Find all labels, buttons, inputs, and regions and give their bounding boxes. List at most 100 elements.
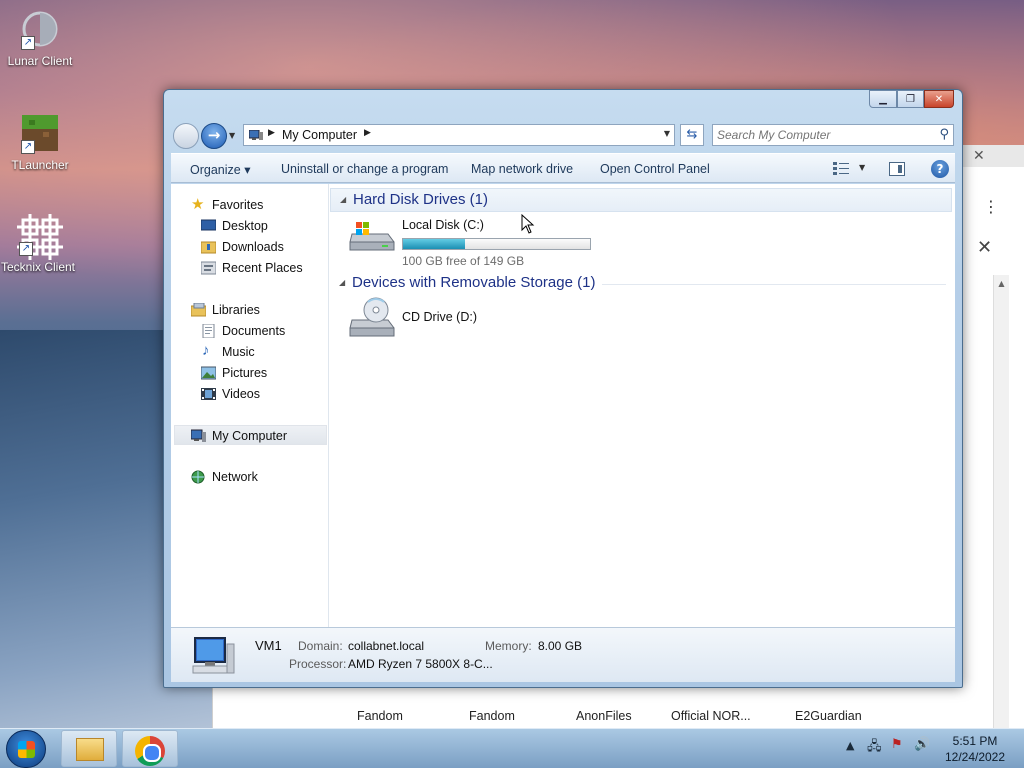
bookmark-item[interactable]: Fandom	[469, 709, 515, 723]
group-header-removable-storage[interactable]: ◢ Devices with Removable Storage (1)	[330, 272, 952, 296]
help-icon[interactable]: ?	[931, 160, 949, 178]
computer-icon	[191, 429, 206, 442]
group-divider	[602, 284, 946, 285]
scroll-up-arrow-icon[interactable]: ▲	[994, 275, 1009, 288]
search-icon[interactable]: ⚲	[939, 127, 949, 142]
shortcut-arrow-icon: ↗	[21, 36, 35, 50]
chrome-icon	[135, 736, 165, 766]
clock-date: 12/24/2022	[944, 750, 1006, 764]
nav-item-desktop[interactable]: Desktop	[171, 216, 329, 236]
collapse-triangle-icon[interactable]: ◢	[340, 195, 346, 204]
search-input[interactable]	[717, 127, 927, 143]
nav-item-music[interactable]: ♪ Music	[171, 342, 329, 362]
star-icon: ★	[191, 196, 205, 213]
desktop-icon-label: Tecknix Client	[0, 260, 76, 274]
address-bar[interactable]: ▶ My Computer ▶ ▼	[243, 124, 675, 146]
shortcut-arrow-icon: ↗	[21, 140, 35, 154]
desktop-icon-lunar-client[interactable]: ↗ Lunar Client	[0, 8, 80, 68]
taskbar-chrome-button[interactable]	[122, 730, 178, 767]
processor-value: AMD Ryzen 7 5800X 8-C...	[348, 657, 493, 671]
window-controls: ▁ ❐ ✕	[869, 90, 954, 108]
open-control-panel-button[interactable]: Open Control Panel	[600, 162, 710, 176]
explorer-window[interactable]: ▁ ❐ ✕ → ▼ ▶ My Computer ▶ ▼ ⇆ ⚲ Organize…	[163, 89, 963, 688]
maximize-button[interactable]: ❐	[897, 90, 924, 108]
breadcrumb-chevron-icon[interactable]: ▶	[268, 128, 275, 138]
back-button[interactable]	[173, 123, 199, 149]
tlauncher-icon: ↗	[19, 112, 61, 154]
change-view-icon[interactable]	[833, 162, 849, 175]
breadcrumb-chevron-icon[interactable]: ▶	[364, 128, 371, 138]
bookmark-item[interactable]: AnonFiles	[576, 709, 632, 723]
drive-item-cd-drive-d[interactable]: CD Drive (D:)	[344, 296, 594, 342]
nav-item-documents[interactable]: Documents	[171, 321, 329, 341]
bookmark-item[interactable]: E2Guardian	[795, 709, 862, 723]
browser-close-icon[interactable]: ✕	[973, 148, 985, 164]
system-clock[interactable]: 5:51 PM 12/24/2022	[940, 733, 1010, 765]
breadcrumb-my-computer[interactable]: My Computer	[282, 128, 357, 142]
desktop-icon	[201, 219, 216, 231]
nav-item-favorites[interactable]: ★ Favorites	[171, 195, 329, 215]
folder-icon	[76, 738, 104, 761]
nav-item-downloads[interactable]: Downloads	[171, 237, 329, 257]
preview-pane-icon[interactable]	[889, 162, 905, 176]
uninstall-program-button[interactable]: Uninstall or change a program	[281, 162, 448, 176]
nav-item-videos[interactable]: Videos	[171, 384, 329, 404]
bookmark-item[interactable]: Official NOR...	[671, 709, 751, 723]
content-pane: ◢ Hard Disk Drives (1) Local Disk (C:) 1…	[330, 184, 955, 627]
view-options-dropdown-icon[interactable]: ▼	[859, 163, 865, 172]
processor-label: Processor:	[289, 657, 347, 671]
memory-value: 8.00 GB	[538, 639, 583, 653]
bookmark-item[interactable]: Fandom	[357, 709, 403, 723]
nav-item-my-computer[interactable]: My Computer	[174, 425, 327, 445]
documents-icon	[202, 324, 215, 338]
navigation-pane: ★ Favorites Desktop Downloads Recent Pla…	[171, 184, 329, 627]
cd-drive-icon	[349, 297, 395, 337]
computer-icon	[249, 130, 263, 140]
show-hidden-icons-arrow-icon[interactable]: ▲	[846, 739, 854, 752]
music-note-icon: ♪	[202, 342, 210, 359]
disk-usage-fill	[403, 239, 465, 249]
desktop-icon-label: Lunar Client	[7, 54, 73, 68]
downloads-folder-icon	[201, 241, 216, 254]
computer-name: VM1	[255, 638, 282, 653]
taskbar-explorer-button[interactable]	[61, 730, 117, 767]
nav-item-libraries[interactable]: Libraries	[171, 300, 329, 320]
mouse-cursor-icon	[521, 214, 535, 234]
refresh-icon[interactable]: ⇆	[680, 124, 704, 146]
bookmarks-bar: Fandom Fandom AnonFiles Official NOR... …	[213, 707, 1024, 729]
network-icon	[191, 470, 205, 484]
network-tray-icon[interactable]: 🖧	[867, 737, 882, 759]
computer-large-icon	[192, 637, 235, 674]
command-bar: Organize ▾ Uninstall or change a program…	[171, 153, 955, 183]
search-box[interactable]: ⚲	[712, 124, 954, 146]
shortcut-arrow-icon: ↗	[19, 242, 33, 256]
browser-dismiss-icon[interactable]: ✕	[977, 237, 992, 258]
organize-button[interactable]: Organize ▾	[190, 162, 250, 177]
videos-icon	[201, 388, 216, 400]
taskbar: ▲ 🖧 ⚑ 🔊 5:51 PM 12/24/2022	[0, 728, 1024, 768]
close-button[interactable]: ✕	[924, 90, 954, 108]
nav-item-network[interactable]: Network	[171, 467, 329, 487]
nav-item-recent-places[interactable]: Recent Places	[171, 258, 329, 278]
browser-scrollbar[interactable]: ▲	[993, 275, 1009, 728]
group-header-hard-disk-drives[interactable]: ◢ Hard Disk Drives (1)	[330, 188, 952, 212]
pictures-icon	[201, 366, 216, 380]
recent-pages-dropdown-icon[interactable]: ▼	[229, 131, 235, 140]
action-center-flag-icon[interactable]: ⚑	[891, 737, 903, 752]
desktop-icon-tecknix-client[interactable]: ↗ Tecknix Client	[0, 214, 78, 274]
domain-value: collabnet.local	[348, 639, 425, 653]
forward-button[interactable]: →	[201, 123, 227, 149]
map-network-drive-button[interactable]: Map network drive	[471, 162, 573, 176]
memory-label: Memory:	[485, 639, 532, 653]
details-pane: VM1 Domain: collabnet.local Memory: 8.00…	[171, 627, 955, 682]
clock-time: 5:51 PM	[952, 734, 998, 748]
minimize-button[interactable]: ▁	[869, 90, 897, 108]
volume-icon[interactable]: 🔊	[914, 737, 930, 752]
address-dropdown-icon[interactable]: ▼	[664, 129, 670, 138]
explorer-body: ★ Favorites Desktop Downloads Recent Pla…	[171, 184, 955, 627]
desktop-icon-tlauncher[interactable]: ↗ TLauncher	[0, 112, 80, 172]
collapse-triangle-icon[interactable]: ◢	[339, 278, 345, 287]
nav-item-pictures[interactable]: Pictures	[171, 363, 329, 383]
browser-menu-icon[interactable]: ⋮	[983, 197, 999, 216]
start-button[interactable]	[6, 730, 46, 768]
